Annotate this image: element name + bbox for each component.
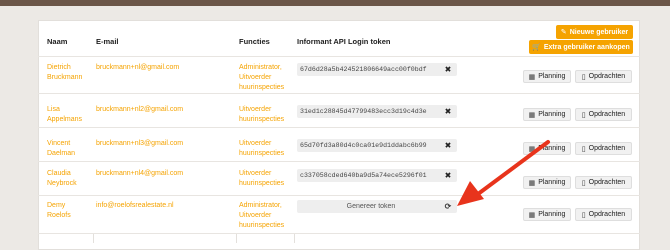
annotation-arrow [457, 140, 550, 206]
